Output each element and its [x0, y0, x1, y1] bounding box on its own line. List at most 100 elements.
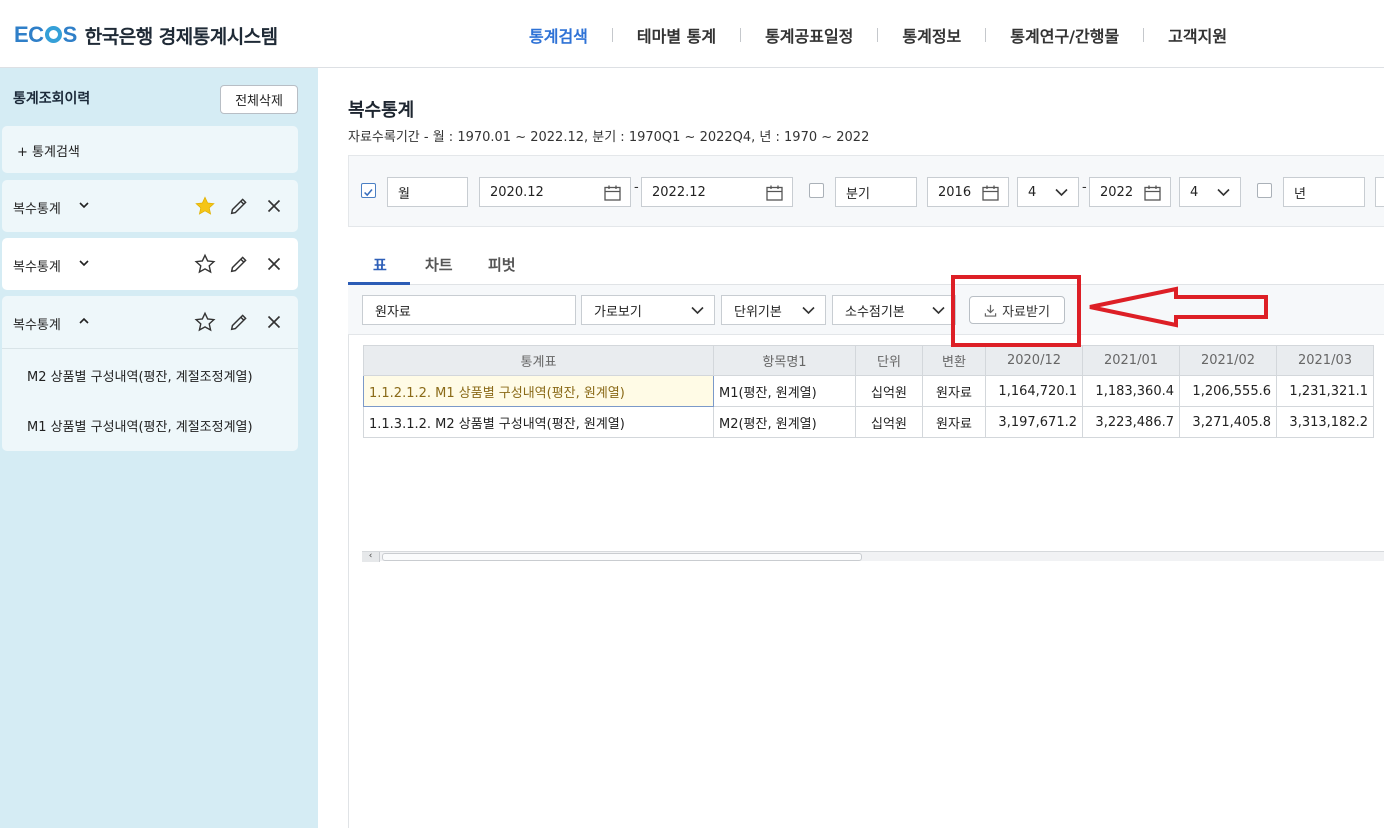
calendar-icon[interactable] — [766, 185, 783, 201]
close-icon[interactable] — [263, 253, 285, 275]
nav-stat-search[interactable]: 통계검색 — [529, 23, 588, 47]
nav-divider — [611, 28, 613, 42]
tab-table[interactable]: 표 — [373, 254, 387, 275]
pencil-icon[interactable] — [228, 311, 250, 333]
quarter-from-year-value: 2016 — [938, 184, 972, 200]
nav-release-schedule[interactable]: 통계공표일정 — [765, 23, 853, 47]
column-header[interactable]: 2020/12 — [985, 345, 1083, 376]
table-cell[interactable]: 1,164,720.1 — [985, 375, 1083, 407]
tab-pivot[interactable]: 피벗 — [488, 254, 516, 275]
chevron-up-icon[interactable] — [79, 316, 89, 326]
unit-value: 단위기본 — [734, 304, 782, 320]
column-header[interactable]: 통계표 — [363, 345, 714, 376]
quarter-from-year-field[interactable]: 2016 — [927, 177, 1009, 207]
table-cell[interactable]: 십억원 — [855, 375, 923, 407]
top-header: EC S 한국은행 경제통계시스템 통계검색 테마별 통계 통계공표일정 통계정보… — [0, 0, 1384, 68]
year-checkbox[interactable] — [1257, 183, 1272, 198]
table-cell[interactable]: 3,223,486.7 — [1082, 406, 1180, 438]
chevron-down-icon — [932, 306, 945, 315]
calendar-icon[interactable] — [1144, 185, 1161, 201]
quarter-checkbox[interactable] — [809, 183, 824, 198]
column-header[interactable]: 2021/01 — [1082, 345, 1180, 376]
site-logo[interactable]: EC S 한국은행 경제통계시스템 — [14, 20, 278, 50]
year-from-field[interactable] — [1375, 177, 1384, 207]
close-icon[interactable] — [263, 311, 285, 333]
nav-research[interactable]: 통계연구/간행물 — [1010, 23, 1119, 47]
month-from-field[interactable]: 2020.12 — [479, 177, 631, 207]
star-icon[interactable] — [194, 311, 216, 333]
table-cell[interactable]: 원자료 — [922, 375, 986, 407]
stat-search-link[interactable]: + 통계검색 — [17, 141, 80, 160]
table-cell[interactable]: 1,231,321.1 — [1276, 375, 1374, 407]
table-cell[interactable]: 1.1.2.1.2. M1 상품별 구성내역(평잔, 원계열) — [363, 375, 714, 407]
month-checkbox[interactable] — [361, 183, 376, 198]
chevron-down-icon[interactable] — [79, 200, 89, 210]
nav-divider — [740, 28, 742, 42]
horizontal-scrollbar[interactable]: ‹ — [362, 551, 1384, 562]
quarter-from-select[interactable]: 4 — [1017, 177, 1079, 207]
month-to-field[interactable]: 2022.12 — [641, 177, 793, 207]
column-header[interactable]: 2021/03 — [1276, 345, 1374, 376]
data-type-field[interactable]: 원자료 — [362, 295, 576, 325]
data-period: 자료수록기간 - 월 : 1970.01 ~ 2022.12, 분기 : 197… — [348, 130, 870, 145]
scroll-left-icon[interactable]: ‹ — [362, 552, 380, 562]
column-header[interactable]: 변환 — [922, 345, 986, 376]
history-item[interactable]: 복수통계 — [2, 180, 298, 232]
quarter-to-select[interactable]: 4 — [1179, 177, 1241, 207]
chevron-down-icon — [802, 306, 815, 315]
decimal-select[interactable]: 소수점기본 — [832, 295, 956, 325]
calendar-icon[interactable] — [982, 185, 999, 201]
main-nav: 통계검색 테마별 통계 통계공표일정 통계정보 통계연구/간행물 고객지원 — [500, 22, 1227, 48]
delete-all-button[interactable]: 전체삭제 — [220, 85, 298, 114]
unit-select[interactable]: 단위기본 — [721, 295, 826, 325]
pencil-icon[interactable] — [228, 195, 250, 217]
table-cell[interactable]: 1.1.3.1.2. M2 상품별 구성내역(평잔, 원계열) — [363, 406, 714, 438]
table-cell[interactable]: 원자료 — [922, 406, 986, 438]
nav-support[interactable]: 고객지원 — [1168, 23, 1227, 47]
chevron-down-icon — [691, 306, 704, 315]
stat-search-card[interactable]: + 통계검색 — [2, 126, 298, 173]
chevron-down-icon[interactable] — [79, 258, 89, 268]
close-icon[interactable] — [263, 195, 285, 217]
scrollbar-thumb[interactable] — [382, 553, 862, 561]
column-header[interactable]: 항목명1 — [713, 345, 856, 376]
table-cell[interactable]: 3,313,182.2 — [1276, 406, 1374, 438]
pencil-icon[interactable] — [228, 253, 250, 275]
table-row[interactable]: 1.1.2.1.2. M1 상품별 구성내역(평잔, 원계열) M1(평잔, 원… — [363, 375, 1374, 407]
divider — [2, 348, 298, 349]
column-header[interactable]: 단위 — [855, 345, 923, 376]
nav-stat-info[interactable]: 통계정보 — [902, 23, 961, 47]
tab-chart[interactable]: 차트 — [425, 254, 453, 275]
table-row[interactable]: 1.1.3.1.2. M2 상품별 구성내역(평잔, 원계열) M2(평잔, 원… — [363, 406, 1374, 438]
range-separator: - — [1082, 180, 1087, 195]
quarter-period-label: 분기 — [835, 177, 917, 207]
nav-divider — [877, 28, 879, 42]
history-sub-item[interactable]: M1 상품별 구성내역(평잔, 계절조정계열) — [27, 416, 253, 435]
table-cell[interactable]: M1(평잔, 원계열) — [713, 375, 856, 407]
history-item-expanded[interactable]: 복수통계 M2 상품별 구성내역(평잔, 계절조정계열) M1 상품별 구성내역… — [2, 296, 298, 451]
quarter-from-value: 4 — [1028, 184, 1037, 200]
table-cell[interactable]: 1,206,555.6 — [1179, 375, 1277, 407]
quarter-to-year-value: 2022 — [1100, 184, 1134, 200]
quarter-to-year-field[interactable]: 2022 — [1089, 177, 1171, 207]
chevron-down-icon — [1055, 188, 1068, 197]
month-to-value: 2022.12 — [652, 184, 706, 200]
table-cell[interactable]: 십억원 — [855, 406, 923, 438]
history-sub-item[interactable]: M2 상품별 구성내역(평잔, 계절조정계열) — [27, 366, 253, 385]
star-icon[interactable] — [194, 253, 216, 275]
calendar-icon[interactable] — [604, 185, 621, 201]
ecos-logo: EC S — [14, 22, 77, 47]
view-mode-select[interactable]: 가로보기 — [581, 295, 715, 325]
history-item-label: 복수통계 — [13, 202, 61, 217]
decimal-value: 소수점기본 — [845, 304, 905, 320]
table-cell[interactable]: 1,183,360.4 — [1082, 375, 1180, 407]
history-item[interactable]: 복수통계 — [2, 238, 298, 290]
table-cell[interactable]: M2(평잔, 원계열) — [713, 406, 856, 438]
nav-divider — [1143, 28, 1145, 42]
table-cell[interactable]: 3,271,405.8 — [1179, 406, 1277, 438]
column-header[interactable]: 2021/02 — [1179, 345, 1277, 376]
star-icon[interactable] — [194, 195, 216, 217]
quarter-to-value: 4 — [1190, 184, 1199, 200]
table-cell[interactable]: 3,197,671.2 — [985, 406, 1083, 438]
nav-theme-stats[interactable]: 테마별 통계 — [637, 23, 716, 47]
